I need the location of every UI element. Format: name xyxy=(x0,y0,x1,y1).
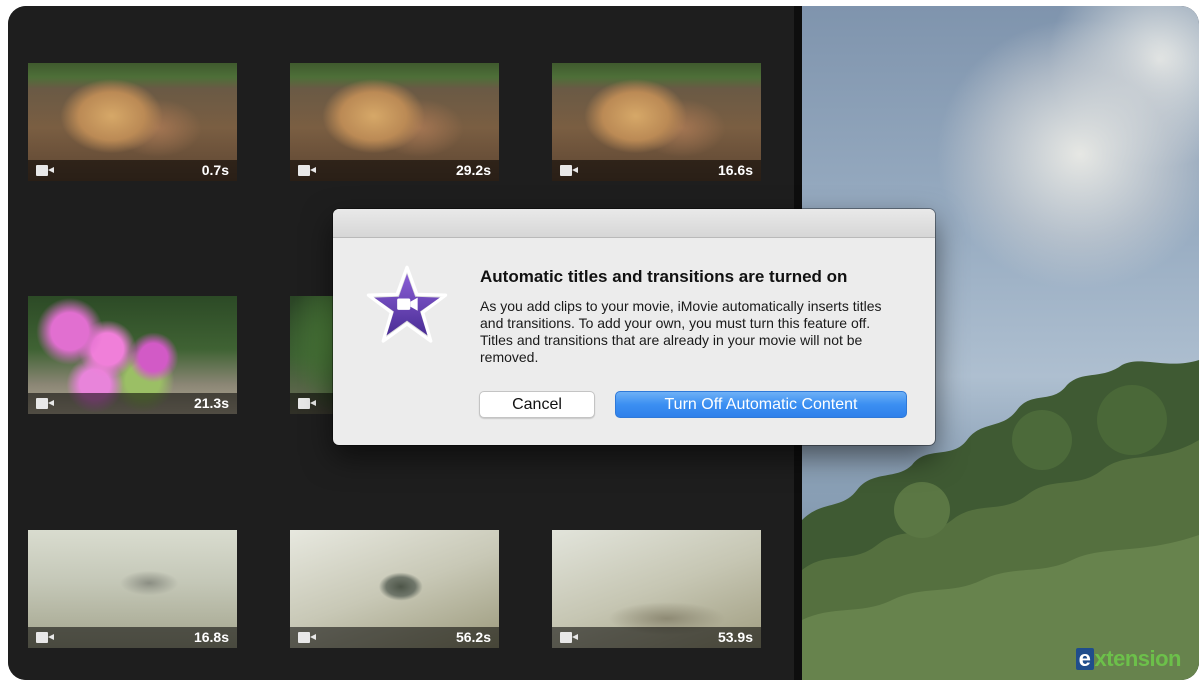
video-camera-icon xyxy=(560,632,580,643)
clip-duration: 16.6s xyxy=(717,162,753,178)
imovie-window: 0.7s 29.2s 16.6s 21.3s 16.8s 56.2s 53.9s… xyxy=(8,6,1199,680)
clip-duration: 53.9s xyxy=(717,629,753,645)
cancel-button[interactable]: Cancel xyxy=(479,391,595,418)
clip-info-bar: 21.3s xyxy=(28,393,237,414)
extension-logo: e xtension xyxy=(1075,646,1182,672)
video-camera-icon xyxy=(560,165,580,176)
video-camera-icon xyxy=(298,165,318,176)
turn-off-automatic-content-button[interactable]: Turn Off Automatic Content xyxy=(615,391,907,418)
alert-dialog: Automatic titles and transitions are tur… xyxy=(333,209,935,445)
clip-thumbnail[interactable]: 0.7s xyxy=(28,63,237,181)
video-camera-icon xyxy=(298,632,318,643)
clip-info-bar: 16.6s xyxy=(552,160,761,181)
clip-duration: 21.3s xyxy=(193,395,229,411)
clip-duration: 0.7s xyxy=(201,162,229,178)
clip-thumbnail[interactable]: 21.3s xyxy=(28,296,237,414)
clip-info-bar: 0.7s xyxy=(28,160,237,181)
clip-thumbnail[interactable]: 53.9s xyxy=(552,530,761,648)
clip-thumbnail[interactable]: 16.8s xyxy=(28,530,237,648)
clip-duration: 16.8s xyxy=(193,629,229,645)
clip-duration: 56.2s xyxy=(455,629,491,645)
clip-thumbnail[interactable]: 29.2s xyxy=(290,63,499,181)
clip-info-bar: 53.9s xyxy=(552,627,761,648)
dialog-message: As you add clips to your movie, iMovie a… xyxy=(480,298,882,365)
clip-info-bar: 56.2s xyxy=(290,627,499,648)
dialog-title: Automatic titles and transitions are tur… xyxy=(480,267,848,286)
imovie-star-icon xyxy=(366,265,448,343)
clip-info-bar: 29.2s xyxy=(290,160,499,181)
dialog-titlebar xyxy=(333,209,935,238)
clip-duration: 29.2s xyxy=(455,162,491,178)
video-camera-icon xyxy=(36,632,56,643)
video-camera-icon xyxy=(298,398,318,409)
video-camera-icon xyxy=(36,165,56,176)
clip-info-bar: 16.8s xyxy=(28,627,237,648)
clip-thumbnail[interactable]: 56.2s xyxy=(290,530,499,648)
clip-thumbnail[interactable]: 16.6s xyxy=(552,63,761,181)
video-camera-icon xyxy=(36,398,56,409)
